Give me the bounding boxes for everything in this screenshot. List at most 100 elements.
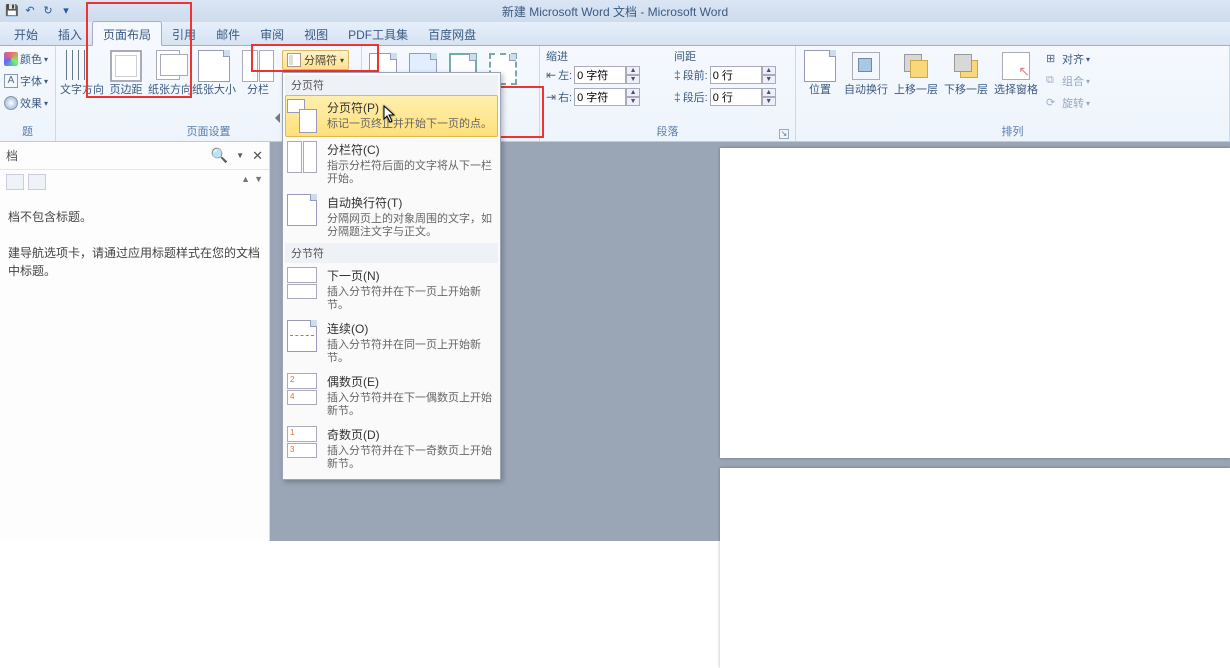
spin-up-icon[interactable]: ▲ [762,66,776,75]
save-icon[interactable]: 💾 [4,2,20,18]
theme-fonts-label: 字体 [20,73,42,89]
selection-pane-label: 选择窗格 [994,84,1038,97]
group-button[interactable]: ⧉组合▾ [1046,70,1090,92]
breaks-icon [287,53,301,67]
dd-item-desc: 插入分节符并在下一偶数页上开始新节。 [327,392,496,418]
column-break-icon [287,141,321,175]
margins-icon [110,50,142,82]
group-themes-label: 题 [4,123,51,141]
margins-label: 页边距 [110,84,143,97]
dd-item-page-break[interactable]: 分页符(P)标记一页终止并开始下一页的点。 [285,95,498,137]
dd-item-desc: 插入分节符并在下一奇数页上开始新节。 [327,445,496,471]
tab-reference[interactable]: 引用 [162,22,206,45]
page-1[interactable] [720,148,1230,458]
nav-message-2: 建导航选项卡，请通过应用标题样式在您的文档中标题。 [0,240,269,294]
wrap-text-button[interactable]: 自动换行 [842,48,890,99]
align-button[interactable]: ⊞对齐▾ [1046,48,1090,70]
breaks-dropdown: 分页符 分页符(P)标记一页终止并开始下一页的点。 分栏符(C)指示分栏符后面的… [282,72,501,480]
paragraph-dialog-launcher[interactable]: ↘ [779,129,789,139]
dd-item-desc: 分隔网页上的对象周围的文字，如分隔题注文字与正文。 [327,213,496,239]
spin-up-icon[interactable]: ▲ [626,88,640,97]
tab-view[interactable]: 视图 [294,22,338,45]
spin-down-icon[interactable]: ▼ [762,97,776,106]
text-wrap-break-icon [287,194,321,228]
bring-forward-label: 上移一层 [894,84,938,97]
wrap-text-label: 自动换行 [844,84,888,97]
dd-item-text-wrap-break[interactable]: 自动换行符(T) 分隔网页上的对象周围的文字，如分隔题注文字与正文。 [285,190,498,243]
indent-right-input[interactable] [574,88,626,106]
dd-item-odd-page[interactable]: 13 奇数页(D)插入分节符并在下一奇数页上开始新节。 [285,422,498,475]
page-2[interactable] [720,468,1230,668]
group-icon: ⧉ [1046,74,1060,88]
send-backward-icon [950,50,982,82]
dd-item-title: 自动换行符(T) [327,194,496,211]
spin-down-icon[interactable]: ▼ [762,75,776,84]
columns-button[interactable]: 分栏 [236,48,280,99]
dd-item-title: 奇数页(D) [327,426,496,443]
nav-tab-headings[interactable] [6,174,24,190]
theme-effects-button[interactable]: 效果▾ [4,92,48,114]
theme-colors-button[interactable]: 颜色▾ [4,48,48,70]
text-direction-label: 文字方向 [60,84,104,97]
wrap-text-icon [850,50,882,82]
orientation-button[interactable]: 纸张方向 [148,48,192,99]
group-paragraph: 缩进 ⇤ 左: ▲▼ ⇥ 右: ▲▼ 间距 ‡ [540,46,796,141]
bring-forward-button[interactable]: 上移一层 [892,48,940,99]
breaks-button[interactable]: 分隔符 ▾ [282,50,349,70]
rotate-button[interactable]: ⟳旋转▾ [1046,92,1090,114]
size-icon [198,50,230,82]
page-break-icon [287,99,321,133]
tab-review[interactable]: 审阅 [250,22,294,45]
spin-down-icon[interactable]: ▼ [626,75,640,84]
indent-left-input[interactable] [574,66,626,84]
nav-up-icon[interactable]: ▲ [241,174,250,190]
rotate-icon: ⟳ [1046,96,1060,110]
tab-page-layout[interactable]: 页面布局 [92,21,162,46]
spin-up-icon[interactable]: ▲ [762,88,776,97]
spacing-after-input[interactable] [710,88,762,106]
indent-header: 缩进 [546,48,568,64]
window-title: 新建 Microsoft Word 文档 - Microsoft Word [502,3,728,20]
size-button[interactable]: 纸张大小 [192,48,236,99]
nav-dropdown-icon[interactable]: ▼ [236,151,244,160]
undo-icon[interactable]: ↶ [22,2,38,18]
group-arrange: 位置 自动换行 上移一层 下移一层 ↖选择窗格 ⊞对齐▾ ⧉组合▾ ⟳旋转▾ 排… [796,46,1230,141]
spacing-after-icon: ‡ [674,90,681,104]
margins-button[interactable]: 页边距 [104,48,148,99]
position-button[interactable]: 位置 [800,48,840,99]
dd-section-page-breaks: 分页符 [285,75,498,95]
spin-up-icon[interactable]: ▲ [626,66,640,75]
dd-item-column-break[interactable]: 分栏符(C)指示分栏符后面的文字将从下一栏开始。 [285,137,498,190]
tab-pdf[interactable]: PDF工具集 [338,22,418,45]
dd-item-even-page[interactable]: 24 偶数页(E)插入分节符并在下一偶数页上开始新节。 [285,369,498,422]
tab-start[interactable]: 开始 [4,22,48,45]
redo-icon[interactable]: ↻ [40,2,56,18]
spin-down-icon[interactable]: ▼ [626,97,640,106]
close-icon[interactable]: ✕ [252,148,263,164]
spacing-before-input[interactable] [710,66,762,84]
columns-icon [242,50,274,82]
nav-down-icon[interactable]: ▼ [254,174,263,190]
even-page-break-icon: 24 [287,373,321,407]
theme-fonts-button[interactable]: A字体▾ [4,70,48,92]
theme-colors-label: 颜色 [20,51,42,67]
position-icon [804,50,836,82]
tab-mail[interactable]: 邮件 [206,22,250,45]
tab-baidu[interactable]: 百度网盘 [418,22,486,45]
ribbon-tabs: 开始 插入 页面布局 引用 邮件 审阅 视图 PDF工具集 百度网盘 [0,22,1230,46]
tab-insert[interactable]: 插入 [48,22,92,45]
text-direction-button[interactable]: 文字方向 [60,48,104,99]
dd-item-continuous[interactable]: 连续(O)插入分节符并在同一页上开始新节。 [285,316,498,369]
selection-pane-icon: ↖ [1000,50,1032,82]
selection-pane-button[interactable]: ↖ 选择窗格 [992,48,1040,99]
dd-item-desc: 标记一页终止并开始下一页的点。 [327,118,496,131]
dd-item-next-page[interactable]: 下一页(N)插入分节符并在下一页上开始新节。 [285,263,498,316]
send-backward-button[interactable]: 下移一层 [942,48,990,99]
nav-tab-pages[interactable] [28,174,46,190]
send-backward-label: 下移一层 [944,84,988,97]
dd-item-title: 下一页(N) [327,267,496,284]
text-direction-icon [66,50,98,82]
qat-dropdown-icon[interactable]: ▾ [58,2,74,18]
search-icon[interactable]: 🔍 [211,147,228,164]
theme-effects-label: 效果 [20,95,42,111]
